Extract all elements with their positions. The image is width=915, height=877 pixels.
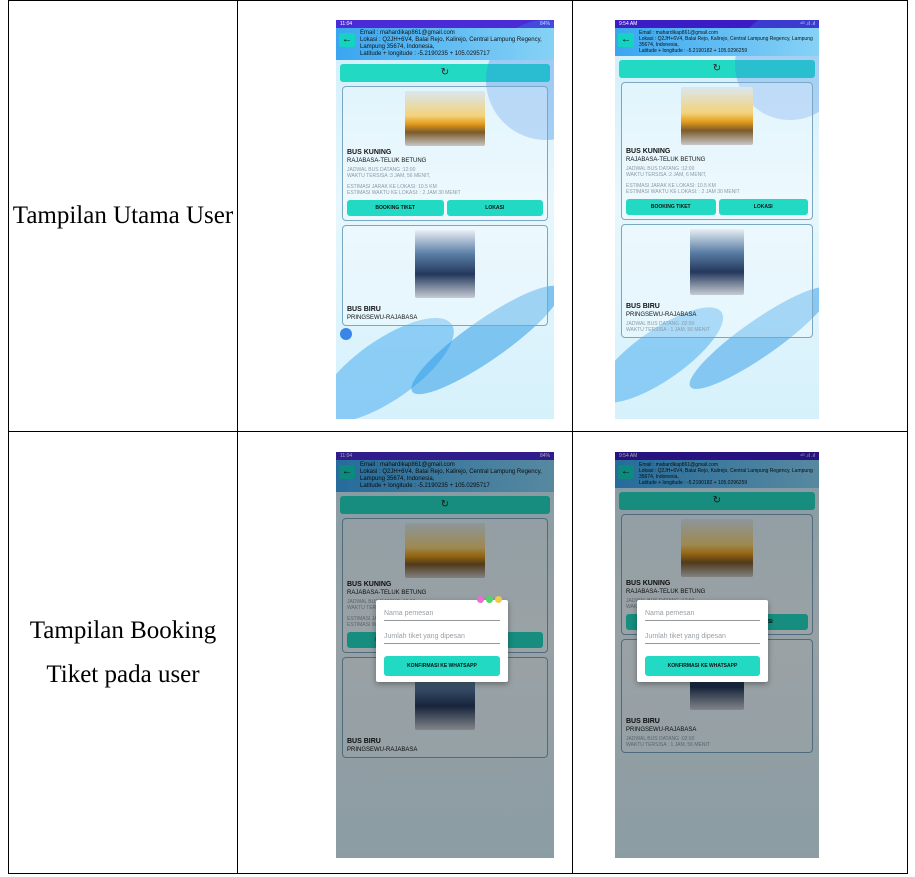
phone-screen-booking-left: 11:04 84% ← Email : mahardikap861@gmail.c…: [336, 452, 554, 858]
bus-eta: ESTIMASI WAKTU KE LOKASI: : 2 JAM 30 MEN…: [347, 190, 461, 196]
booking-tiket-button[interactable]: BOOKING TIKET: [347, 200, 444, 216]
decor-blob: [340, 328, 352, 340]
bus-image-blue: [690, 229, 744, 295]
location-info: ← Email : mahardikap861@gmail.com Lokasi…: [615, 28, 819, 56]
konfirmasi-whatsapp-button[interactable]: KONFIRMASI KE WHATSAPP: [645, 656, 760, 676]
card-buttons: BOOKING TIKET LOKASI: [347, 200, 543, 216]
color-dots: [477, 596, 502, 603]
back-arrow-icon[interactable]: ←: [339, 33, 355, 47]
email-text: Email : mahardikap861@gmail.com: [360, 30, 455, 36]
latlng-text: Latitude + longitude : -5.2190235 + 105.…: [360, 51, 490, 57]
nama-pemesan-input[interactable]: Nama pemesan: [384, 610, 500, 621]
card-buttons: BOOKING TIKET LOKASI: [626, 199, 808, 215]
location-text: Lokasi : Q2JH+6V4, Balai Rejo, Kalirejo,…: [360, 37, 542, 50]
row-label: Tampilan Booking Tiket pada user: [8, 431, 238, 874]
bus-image-yellow: [681, 87, 753, 145]
lokasi-button[interactable]: LOKASI: [446, 200, 543, 216]
bus-route: PRINGSEWU-RAJABASA: [347, 315, 418, 321]
jumlah-tiket-input[interactable]: Jumlah tiket yang dipesan: [384, 633, 500, 644]
phone-screen-main-right: 9:54 AM ⁴ᴳ .ıl .ıl ← Email : mahardikap86…: [615, 20, 819, 419]
table-row: Tampilan Booking Tiket pada user 11:04 84…: [8, 431, 908, 874]
dot-icon: [486, 596, 493, 603]
row-label: Tampilan Utama User: [8, 0, 238, 432]
bus-name: BUS KUNING: [347, 149, 392, 156]
bus-route: RAJABASA-TELUK BETUNG: [626, 157, 706, 163]
bus-detail: JADWAL BUS DATANG :12:00 WAKTU TERSISA :…: [347, 167, 543, 196]
row-label-text: Tampilan Booking Tiket pada user: [29, 616, 217, 688]
screenshot-cell-left: 11:04 84% ← Email : mahardikap861@gmail.c…: [237, 0, 573, 432]
bus-route: PRINGSEWU-RAJABASA: [626, 312, 697, 318]
screenshot-cell-left: 11:04 84% ← Email : mahardikap861@gmail.c…: [237, 431, 573, 874]
bus-image-blue: [415, 230, 475, 298]
refresh-icon: ↻: [440, 67, 450, 78]
booking-tiket-button[interactable]: BOOKING TIKET: [626, 199, 716, 215]
nama-pemesan-input[interactable]: Nama pemesan: [645, 610, 760, 621]
bus-card-biru: BUS BIRU PRINGSEWU-RAJABASA: [342, 225, 548, 326]
refresh-icon: ↻: [712, 63, 722, 74]
status-time: 9:54 AM: [619, 21, 638, 27]
phone-screen-booking-right: 9:54 AM ⁴ᴳ .ıl .ıl ← Email : mahardikap86…: [615, 452, 819, 858]
phone-screen-main-left: 11:04 84% ← Email : mahardikap861@gmail.c…: [336, 20, 554, 419]
screenshot-cell-right: 9:54 AM ⁴ᴳ .ıl .ıl ← Email : mahardikap86…: [572, 0, 908, 432]
status-time: 11:04: [340, 21, 353, 27]
bus-card-kuning: BUS KUNING RAJABASA-TELUK BETUNG JADWAL …: [342, 86, 548, 221]
bus-remaining: WAKTU TERSISA : 1 JAM, 56 MENIT: [626, 327, 710, 333]
latlng-text: Latitude + longitude : -5.2190182 + 105.…: [639, 48, 748, 54]
row-label-text: Tampilan Utama User: [12, 202, 234, 229]
konfirmasi-whatsapp-button[interactable]: KONFIRMASI KE WHATSAPP: [384, 656, 500, 676]
bus-name: BUS BIRU: [347, 306, 381, 313]
booking-dialog: Nama pemesan Jumlah tiket yang dipesan K…: [376, 596, 508, 682]
bus-detail: JADWAL BUS DATANG :02:00 WAKTU TERSISA :…: [626, 321, 808, 333]
bus-name: BUS KUNING: [626, 148, 671, 155]
screenshot-cell-right: 9:54 AM ⁴ᴳ .ıl .ıl ← Email : mahardikap86…: [572, 431, 908, 874]
booking-dialog: Nama pemesan Jumlah tiket yang dipesan K…: [637, 600, 768, 682]
location-info: ← Email : mahardikap861@gmail.com Lokasi…: [336, 28, 554, 60]
location-text: Lokasi : Q2JH+6V4, Balai Rejo, Kalirejo,…: [639, 36, 813, 48]
bus-name: BUS BIRU: [626, 303, 660, 310]
table-row: Tampilan Utama User 11:04 84% ← Email : m…: [8, 0, 908, 432]
bus-detail: JADWAL BUS DATANG :12:00 WAKTU TERSISA :…: [626, 166, 808, 195]
bus-route: RAJABASA-TELUK BETUNG: [347, 158, 427, 164]
bus-eta: ESTIMASI WAKTU KE LOKASI: : 2 JAM 30 MEN…: [626, 189, 740, 195]
back-arrow-icon[interactable]: ←: [618, 33, 634, 47]
bus-image-yellow: [405, 91, 485, 146]
document-table: Tampilan Utama User 11:04 84% ← Email : m…: [8, 0, 908, 874]
lokasi-button[interactable]: LOKASI: [718, 199, 808, 215]
dot-icon: [495, 596, 502, 603]
dot-icon: [477, 596, 484, 603]
bus-card-biru: BUS BIRU PRINGSEWU-RAJABASA JADWAL BUS D…: [621, 224, 813, 338]
bus-card-kuning: BUS KUNING RAJABASA-TELUK BETUNG JADWAL …: [621, 82, 813, 220]
jumlah-tiket-input[interactable]: Jumlah tiket yang dipesan: [645, 633, 760, 644]
